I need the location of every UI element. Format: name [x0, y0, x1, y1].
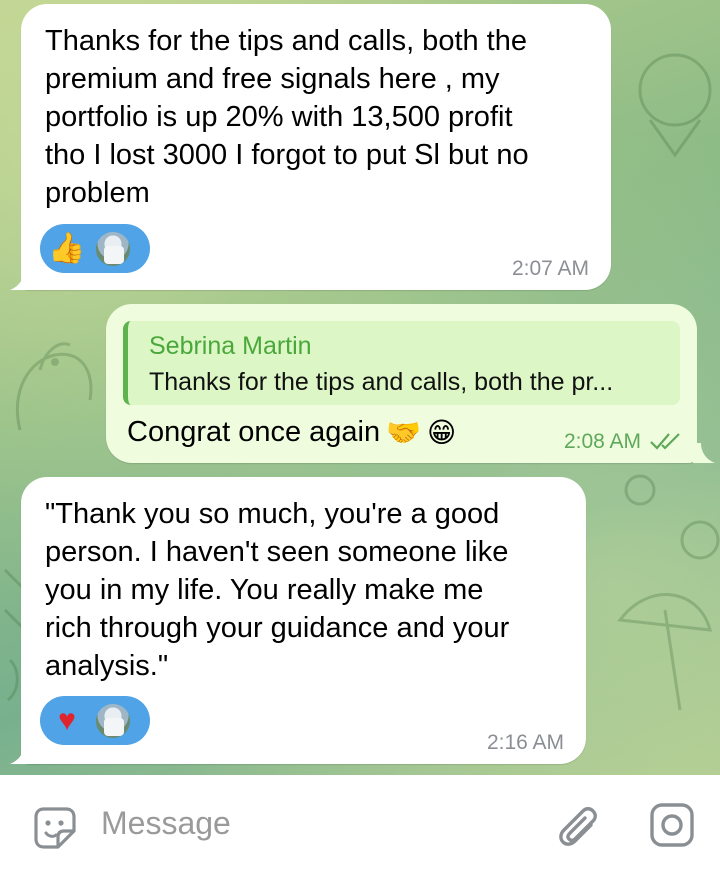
- incoming-message-bubble[interactable]: "Thank you so much, you're a good person…: [21, 477, 586, 764]
- reaction-pill[interactable]: ♥: [40, 696, 150, 745]
- reply-preview-text: Thanks for the tips and calls, both the …: [149, 368, 614, 396]
- incoming-message-bubble[interactable]: Thanks for the tips and calls, both the …: [21, 4, 611, 290]
- reaction-pill[interactable]: 👍: [40, 224, 150, 273]
- chat-background: Thanks for the tips and calls, both the …: [0, 0, 720, 775]
- message-time: 2:08 AM: [563, 430, 641, 453]
- thumbs-up-icon: 👍: [48, 232, 86, 265]
- double-check-icon: [650, 433, 680, 450]
- wallpaper-doodle-icon: [15, 342, 93, 431]
- avatar: [94, 229, 132, 268]
- message-text: Congrat once again 🤝 😁: [127, 416, 456, 449]
- wallpaper-doodle-icon: [617, 474, 720, 711]
- bubble-tail: [693, 443, 715, 463]
- avatar: [94, 701, 132, 740]
- outgoing-message-bubble[interactable]: Sebrina Martin Thanks for the tips and c…: [106, 304, 697, 463]
- message-text-body: Congrat once again: [127, 416, 381, 448]
- message-input[interactable]: Message: [101, 805, 231, 842]
- camera-icon[interactable]: [648, 801, 696, 849]
- bubble-tail: [10, 270, 32, 290]
- wallpaper-doodle-icon: [638, 53, 712, 158]
- reply-author-name: Sebrina Martin: [149, 332, 312, 360]
- message-composer: Message: [0, 775, 720, 871]
- reply-quote[interactable]: Sebrina Martin Thanks for the tips and c…: [123, 321, 680, 405]
- message-text: "Thank you so much, you're a good person…: [45, 498, 510, 682]
- paperclip-icon[interactable]: [553, 801, 601, 851]
- grinning-face-icon: 😁: [427, 416, 457, 448]
- bubble-tail: [10, 744, 32, 764]
- message-time: 2:16 AM: [486, 731, 564, 754]
- message-time: 2:07 AM: [511, 257, 589, 280]
- sticker-icon[interactable]: [30, 803, 80, 853]
- handshake-icon: 🤝: [386, 416, 422, 448]
- message-text: Thanks for the tips and calls, both the …: [45, 25, 529, 209]
- heart-icon: ♥: [58, 703, 76, 737]
